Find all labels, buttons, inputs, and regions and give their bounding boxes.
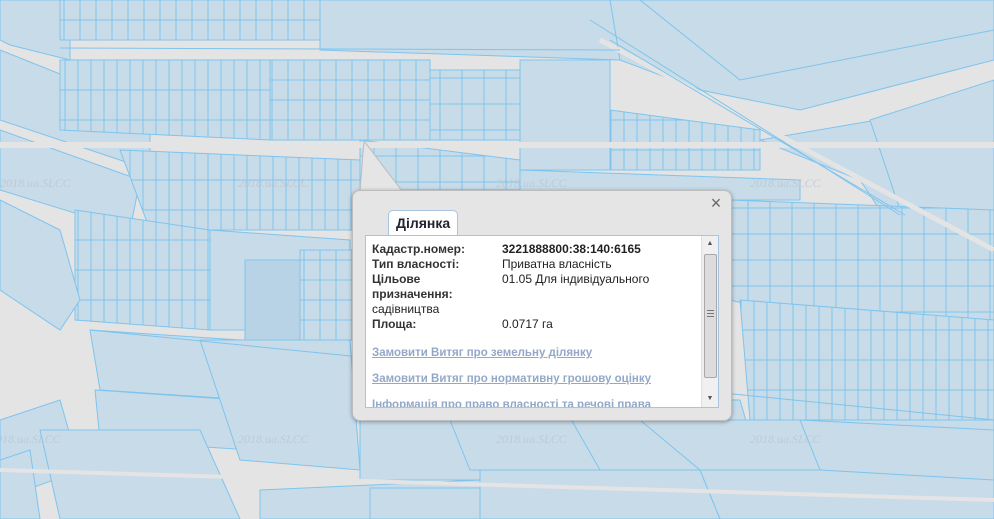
parcel-8[interactable] [519,59,611,171]
parcel-19[interactable] [74,209,211,331]
parcel-37[interactable] [799,419,994,481]
field-ownership-type: Тип власності: Приватна власність [372,257,702,272]
parcel-21[interactable] [244,259,301,341]
field-value-continuation: садівництва [372,302,440,316]
field-area: Площа: 0.0717 га [372,317,702,332]
popup-pointer [356,141,416,196]
parcel-5[interactable] [269,59,431,141]
parcel-6[interactable] [319,0,621,61]
popup-scrollbar[interactable]: ▲ ▼ [701,236,718,407]
field-value: Приватна власність [502,257,612,271]
parcel-7[interactable] [429,69,521,141]
grip-icon [707,310,714,318]
close-icon[interactable]: × [709,194,723,212]
scroll-down-icon[interactable]: ▼ [702,391,718,407]
field-label: Тип власності: [372,257,460,271]
parcel-22[interactable] [299,249,356,341]
field-label: Цільове призначення: [372,272,453,301]
ownership-info-link[interactable]: Інформація про право власності та речові… [372,399,702,407]
order-land-extract-link[interactable]: Замовити Витяг про земельну ділянку [372,347,702,359]
parcel-18[interactable] [739,299,994,421]
field-value: 0.0717 га [502,317,553,331]
parcel-info-popup: × Ділянка Кадастр.номер: 3221888800:38:14… [352,190,732,421]
field-value: 3221888800:38:140:6165 [502,242,641,256]
popup-content: Кадастр.номер: 3221888800:38:140:6165 Тип… [365,235,719,408]
order-valuation-extract-link[interactable]: Замовити Витяг про нормативну грошову оц… [372,373,702,385]
tab-parcel[interactable]: Ділянка [388,210,459,235]
field-purpose: Цільове призначення: 01.05 Для індивідуал… [372,272,702,317]
field-label: Площа: [372,317,417,331]
scroll-up-icon[interactable]: ▲ [702,236,718,252]
parcel-3[interactable] [59,0,331,41]
field-value: 01.05 Для індивідуального [502,272,650,286]
parcel-14[interactable] [119,149,361,231]
field-cadastral-number: Кадастр.номер: 3221888800:38:140:6165 [372,242,702,257]
scrollbar-thumb[interactable] [704,254,717,378]
parcel-35[interactable] [479,469,721,519]
field-label: Кадастр.номер: [372,242,465,256]
parcel-4[interactable] [59,59,271,141]
